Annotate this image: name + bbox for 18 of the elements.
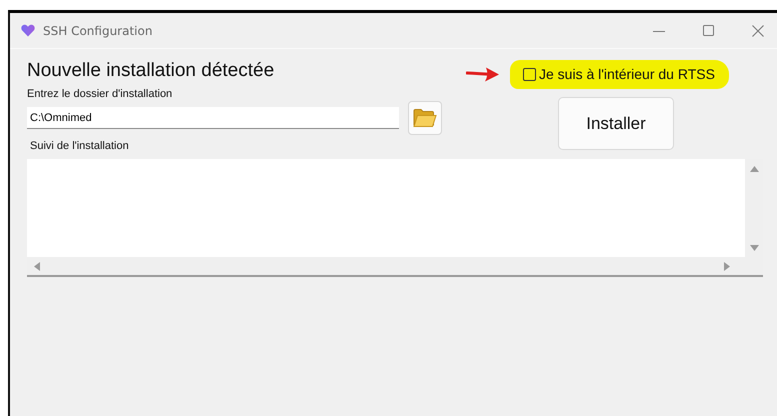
scroll-left-icon[interactable] [34, 262, 40, 270]
checkbox[interactable] [523, 68, 536, 80]
maximize-icon[interactable] [703, 25, 714, 36]
input-field[interactable]: C:\Omnimed [27, 107, 399, 129]
annotation-arrow [466, 66, 500, 83]
window-title: SSH Configuration [43, 24, 152, 38]
close-icon[interactable] [752, 24, 764, 36]
scroll-right-icon[interactable] [724, 262, 730, 270]
checkbox-label: Je suis à l'intérieur du RTSS [539, 66, 715, 82]
heading: Nouvelle installation détectée [27, 60, 276, 83]
folder-icon [413, 108, 437, 128]
log-label: Suivi de l'installation [30, 140, 130, 152]
browse-button[interactable] [408, 101, 442, 135]
heart-icon [21, 24, 35, 37]
scroll-down-icon[interactable] [750, 245, 758, 251]
field-label: Entrez le dossier d'installation [27, 88, 174, 100]
scroll-up-icon[interactable] [750, 166, 758, 172]
install-button[interactable]: Installer [558, 97, 674, 150]
